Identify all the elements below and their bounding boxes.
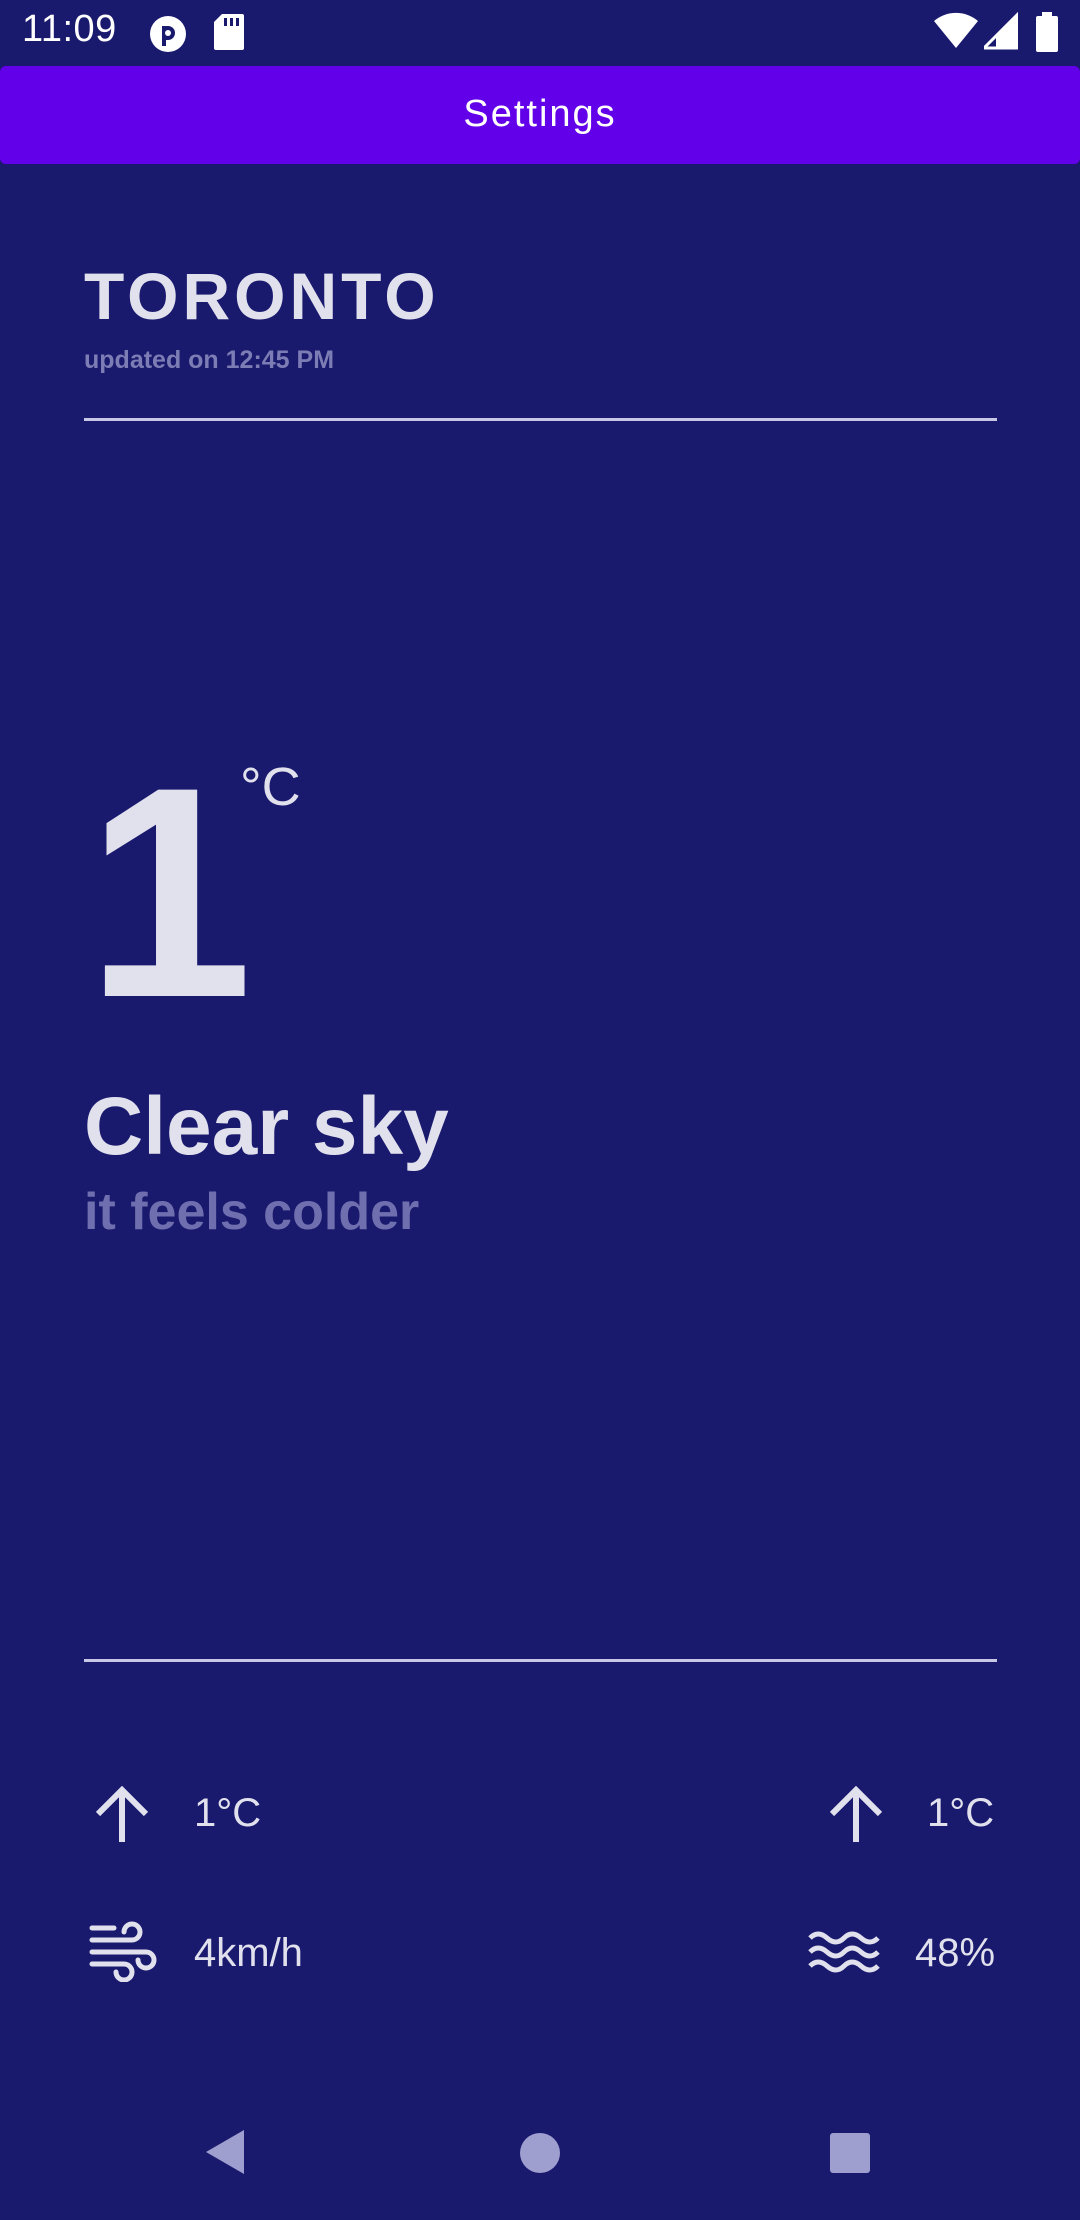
min-temperature: 1°C	[194, 1791, 262, 1835]
notification-app-icon	[148, 14, 188, 59]
bottom-divider	[84, 1659, 997, 1662]
temperature-unit: °C	[240, 757, 301, 817]
temperature-value: 1	[86, 724, 253, 1060]
weather-condition: Clear sky	[84, 1081, 449, 1172]
wind-icon	[88, 1920, 160, 1987]
app-bar: Settings	[0, 66, 1080, 164]
signal-icon	[980, 10, 1020, 55]
arrow-up-icon	[828, 1785, 884, 1849]
updated-time: updated on 12:45 PM	[84, 346, 335, 374]
wifi-icon	[934, 12, 978, 55]
wind-speed: 4km/h	[194, 1931, 303, 1975]
home-button[interactable]	[519, 2132, 561, 2179]
status-time: 11:09	[22, 8, 117, 50]
status-bar: 11:09	[0, 0, 1080, 66]
max-temperature: 1°C	[927, 1791, 995, 1835]
battery-icon	[1036, 12, 1058, 57]
settings-button[interactable]: Settings	[0, 93, 1080, 136]
feels-like-text: it feels colder	[84, 1183, 420, 1241]
humidity-value: 48%	[915, 1931, 996, 1975]
back-button[interactable]	[204, 2128, 246, 2181]
humidity-waves-icon	[808, 1928, 880, 1981]
sd-card-icon	[214, 14, 244, 55]
arrow-up-icon	[94, 1785, 150, 1849]
city-name: TORONTO	[84, 259, 440, 333]
recents-button[interactable]	[829, 2132, 871, 2179]
top-divider	[84, 418, 997, 421]
